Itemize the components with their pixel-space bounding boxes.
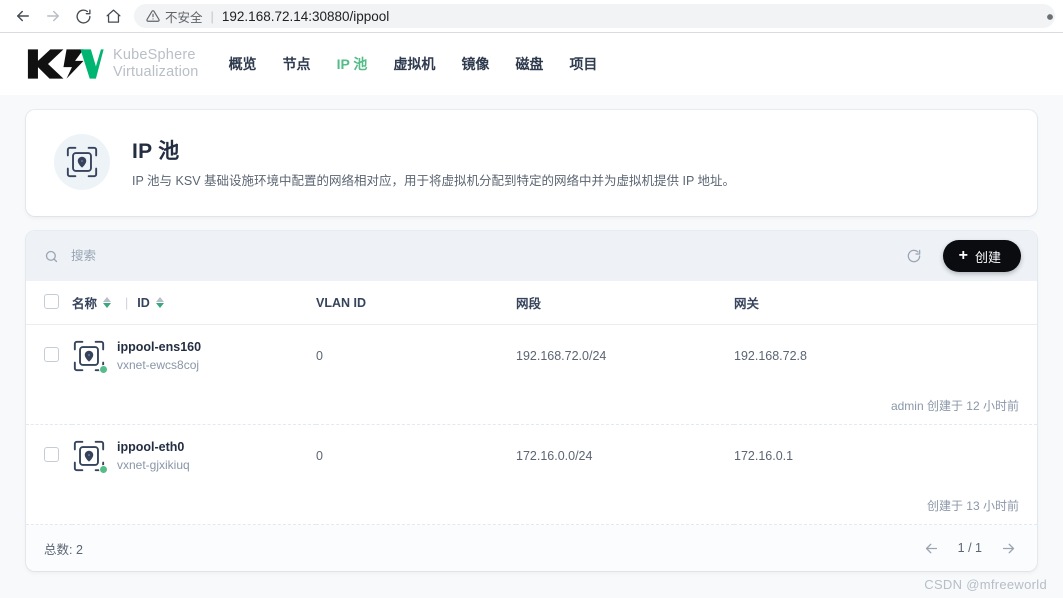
sort-id-button[interactable] — [155, 297, 164, 308]
search-icon — [44, 249, 59, 264]
ip-pool-banner-icon — [54, 134, 110, 190]
address-bar-url: 192.168.72.14:30880/ippool — [221, 8, 390, 24]
browser-home-button[interactable] — [98, 3, 128, 29]
select-all-checkbox[interactable] — [44, 293, 59, 309]
row-vlan: 0 — [316, 448, 323, 463]
row-name-cell: ippool-eth0 vxnet-gjxikiuq — [72, 425, 316, 487]
column-label-name: 名称 — [72, 297, 98, 311]
header-divider: | — [125, 295, 129, 310]
page-banner: IP 池 IP 池与 KSV 基础设施环境中配置的网络相对应，用于将虚拟机分配到… — [26, 110, 1037, 216]
browser-back-button[interactable] — [8, 3, 38, 29]
row-checkbox[interactable] — [44, 446, 59, 462]
app-header: KubeSphere Virtualization 概览 节点 IP 池 虚拟机… — [0, 33, 1063, 95]
address-separator: | — [210, 8, 214, 24]
row-meta-text: 创建于 13 小时前 — [26, 486, 1037, 525]
address-bar[interactable]: 不安全 | 192.168.72.14:30880/ippool — [134, 4, 1055, 28]
search-area — [44, 249, 901, 264]
row-cidr: 172.16.0.0/24 — [516, 448, 593, 463]
row-name[interactable]: ippool-eth0 — [117, 439, 190, 455]
browser-reload-button[interactable] — [68, 3, 98, 29]
nav-item-vm[interactable]: 虚拟机 — [393, 54, 435, 74]
create-button-label: 创建 — [974, 249, 1001, 265]
nav-item-images[interactable]: 镜像 — [461, 54, 489, 74]
watermark: CSDN @mfreeworld — [924, 577, 1047, 592]
row-select-cell — [26, 325, 72, 387]
nav-item-ippool[interactable]: IP 池 — [337, 54, 368, 74]
brand-name: KubeSphere Virtualization — [113, 47, 199, 81]
row-ip-pool-icon — [72, 439, 108, 474]
nav-item-disks[interactable]: 磁盘 — [515, 54, 543, 74]
create-button[interactable]: + 创建 — [942, 240, 1021, 272]
column-header-vlan: VLAN ID — [316, 281, 516, 325]
row-cidr: 192.168.72.0/24 — [516, 348, 607, 363]
page-indicator: 1 / 1 — [957, 541, 982, 555]
plus-icon: + — [958, 247, 968, 264]
row-id: vxnet-gjxikiuq — [117, 457, 190, 472]
row-name[interactable]: ippool-ens160 — [117, 339, 201, 355]
column-header-cidr: 网段 — [516, 281, 734, 325]
table-row[interactable]: ippool-eth0 vxnet-gjxikiuq 0 172.16.0.0/… — [26, 425, 1037, 487]
row-select-cell — [26, 425, 72, 487]
ksv-logo-icon — [27, 49, 104, 79]
prev-page-button[interactable] — [923, 540, 940, 557]
column-header-gateway: 网关 — [734, 281, 1037, 325]
table-body: ippool-ens160 vxnet-ewcs8coj 0 192.168.7… — [26, 325, 1037, 525]
status-indicator-dot — [99, 364, 108, 374]
ip-pool-icon — [66, 146, 98, 178]
banner-text: IP 池 IP 池与 KSV 基础设施环境中配置的网络相对应，用于将虚拟机分配到… — [132, 135, 735, 190]
next-page-button[interactable] — [1000, 540, 1017, 557]
pagination: 1 / 1 — [923, 540, 1017, 557]
table-header: 名称 | ID VLAN ID 网段 网关 — [26, 281, 1037, 325]
brand-logo[interactable]: KubeSphere Virtualization — [26, 47, 199, 81]
row-checkbox[interactable] — [44, 346, 59, 362]
browser-menu-icon[interactable] — [1039, 6, 1061, 28]
search-input[interactable] — [71, 249, 331, 263]
nav-item-overview[interactable]: 概览 — [229, 54, 257, 74]
app-stage: 不安全 | 192.168.72.14:30880/ippool KubeSph… — [0, 0, 1063, 598]
ip-pool-table: 名称 | ID VLAN ID 网段 网关 ippool-ens160 vxne… — [26, 281, 1037, 525]
brand-name-line1: KubeSphere — [113, 47, 196, 63]
nav-item-nodes[interactable]: 节点 — [283, 54, 311, 74]
total-count-label: 总数: 2 — [44, 542, 83, 557]
ip-pool-list-card: + 创建 名称 | — [26, 231, 1037, 571]
list-toolbar: + 创建 — [26, 231, 1037, 281]
row-name-cell: ippool-ens160 vxnet-ewcs8coj — [72, 325, 316, 387]
column-label-id: ID — [137, 295, 150, 310]
row-meta: 创建于 13 小时前 — [26, 486, 1037, 525]
main-navigation: 概览 节点 IP 池 虚拟机 镜像 磁盘 项目 — [229, 54, 598, 74]
row-id: vxnet-ewcs8coj — [117, 357, 200, 372]
row-meta-text: admin 创建于 12 小时前 — [26, 386, 1037, 425]
refresh-button[interactable] — [901, 243, 927, 269]
row-ip-pool-icon — [72, 339, 108, 374]
security-status-label: 不安全 — [165, 10, 203, 25]
row-meta: admin 创建于 12 小时前 — [26, 386, 1037, 425]
table-row[interactable]: ippool-ens160 vxnet-ewcs8coj 0 192.168.7… — [26, 325, 1037, 387]
not-secure-icon — [146, 9, 160, 23]
table-footer: 总数: 2 1 / 1 — [26, 525, 1037, 571]
page-content: IP 池 IP 池与 KSV 基础设施环境中配置的网络相对应，用于将虚拟机分配到… — [0, 110, 1063, 571]
row-gateway: 192.168.72.8 — [734, 348, 807, 363]
sort-name-button[interactable] — [103, 297, 112, 308]
row-gateway: 172.16.0.1 — [734, 448, 794, 463]
page-title: IP 池 — [132, 139, 180, 163]
table-header-row: 名称 | ID VLAN ID 网段 网关 — [26, 281, 1037, 325]
browser-toolbar: 不安全 | 192.168.72.14:30880/ippool — [0, 0, 1063, 33]
page-description: IP 池与 KSV 基础设施环境中配置的网络相对应，用于将虚拟机分配到特定的网络… — [132, 173, 736, 188]
brand-name-line2: Virtualization — [113, 64, 199, 80]
status-indicator-dot — [99, 464, 108, 474]
column-header-name: 名称 | ID — [72, 281, 316, 325]
select-all-header — [26, 281, 72, 325]
nav-item-projects[interactable]: 项目 — [569, 54, 597, 74]
row-vlan: 0 — [316, 348, 323, 363]
browser-forward-button[interactable] — [38, 3, 68, 29]
